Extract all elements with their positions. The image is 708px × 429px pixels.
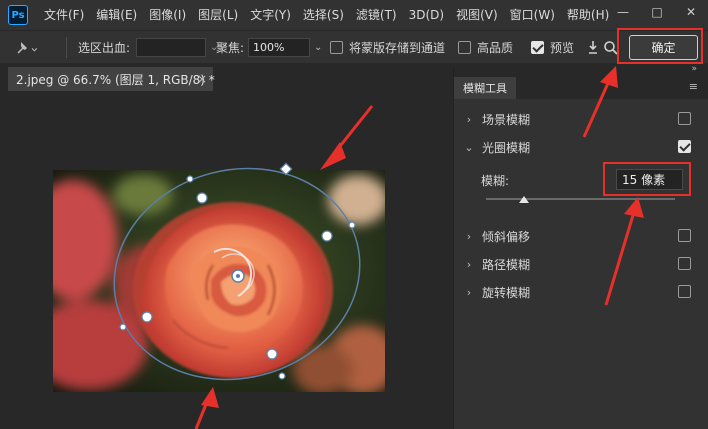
ellipse-handle: [278, 372, 286, 380]
spin-blur-checkbox[interactable]: [678, 285, 691, 298]
chevron-right-icon[interactable]: ›: [464, 258, 474, 271]
blur-item-label: 路径模糊: [482, 257, 531, 272]
feather-handle: [141, 311, 153, 323]
tab-blur-tools[interactable]: 模糊工具: [454, 77, 516, 99]
blur-slider-thumb[interactable]: [518, 196, 529, 203]
blur-item-field[interactable]: › 场景模糊: [454, 105, 708, 133]
annotation-box-blur-value: [603, 162, 691, 196]
field-blur-checkbox[interactable]: [678, 112, 691, 125]
chevron-right-icon[interactable]: ›: [464, 113, 474, 126]
blur-slider-track[interactable]: [486, 198, 675, 200]
feather-handle: [196, 192, 208, 204]
blur-amount-label: 模糊:: [481, 174, 510, 188]
tilt-shift-checkbox[interactable]: [678, 229, 691, 242]
blur-item-iris[interactable]: ⌄ 光圈模糊: [454, 133, 708, 161]
panel-menu-icon[interactable]: ≡: [689, 80, 698, 93]
blur-item-label: 场景模糊: [482, 112, 531, 127]
blur-tools-panel: » 模糊工具 ≡ › 场景模糊 ⌄ 光圈模糊 › 倾斜偏移 › 路径模糊 › 旋…: [453, 64, 708, 429]
panel-tabbar: [516, 77, 708, 99]
blur-item-spin[interactable]: › 旋转模糊: [454, 278, 708, 306]
iris-blur-checkbox[interactable]: [678, 140, 691, 153]
chevron-down-icon[interactable]: ⌄: [464, 141, 474, 154]
ellipse-handle: [348, 221, 356, 229]
chevron-right-icon[interactable]: ›: [464, 230, 474, 243]
feather-handle: [321, 230, 333, 242]
path-blur-checkbox[interactable]: [678, 257, 691, 270]
ellipse-handle: [119, 323, 127, 331]
blur-item-path[interactable]: › 路径模糊: [454, 250, 708, 278]
blur-item-label: 光圈模糊: [482, 140, 531, 155]
blur-item-tilt-shift[interactable]: › 倾斜偏移: [454, 222, 708, 250]
ellipse-handle: [186, 175, 194, 183]
collapse-icon[interactable]: »: [691, 64, 697, 74]
annotation-box-ok: [617, 28, 703, 64]
feather-handle: [266, 348, 278, 360]
blur-item-label: 倾斜偏移: [482, 229, 531, 244]
blur-item-label: 旋转模糊: [482, 285, 531, 300]
chevron-right-icon[interactable]: ›: [464, 286, 474, 299]
panel-header: »: [454, 64, 708, 77]
